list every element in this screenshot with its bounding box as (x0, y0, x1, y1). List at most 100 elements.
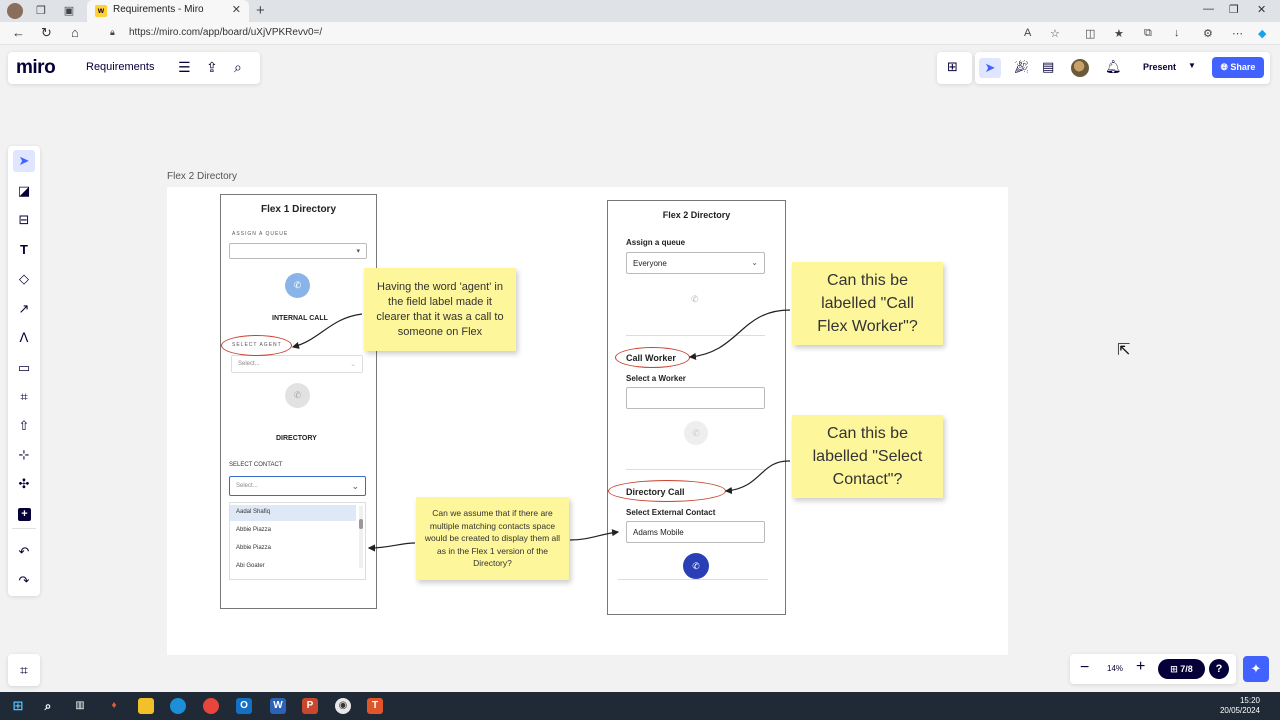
miro-logo[interactable]: miro (16, 57, 56, 79)
favorite-star-icon[interactable]: ☆ (1050, 27, 1060, 40)
main-menu-icon[interactable]: ☰ (178, 59, 191, 75)
flex1-contact-select[interactable]: Select... ⌄ (229, 476, 366, 496)
templates-tool-icon[interactable]: ⊟ (13, 209, 35, 231)
flex2-directory-mockup[interactable]: Flex 2 Directory Assign a queue Everyone… (607, 200, 786, 615)
browser-profile-icon[interactable]: ◉ (335, 698, 351, 714)
restore-icon[interactable]: ❐ (1229, 3, 1239, 16)
word-icon[interactable]: W (270, 698, 286, 714)
task-view-icon[interactable]: ▥ (72, 698, 88, 714)
home-icon[interactable]: ⌂ (71, 26, 79, 40)
frames-panel-button[interactable]: ⌗ (8, 654, 40, 686)
flex2-worker-select[interactable] (626, 387, 765, 409)
flex2-call-phone-icon[interactable]: ✆ (683, 553, 709, 579)
list-item[interactable]: Aadal Shafiq (230, 505, 356, 521)
zoom-in-icon[interactable]: + (1136, 658, 1145, 676)
powerpoint-icon[interactable]: P (302, 698, 318, 714)
close-window-icon[interactable]: ✕ (1257, 3, 1266, 16)
workspaces-icon[interactable]: ❐ (34, 4, 48, 18)
minimize-icon[interactable]: — (1203, 3, 1214, 15)
diagram-tool-icon[interactable]: ⊹ (13, 444, 35, 466)
cursor-select-icon[interactable]: ➤ (979, 58, 1001, 78)
ai-assist-icon[interactable]: ✦ (1243, 656, 1269, 682)
zoom-out-icon[interactable]: − (1080, 659, 1089, 677)
flex1-agent-select[interactable]: Select... ⌄ (231, 355, 363, 373)
file-explorer-icon[interactable] (138, 698, 154, 714)
more-menu-icon[interactable]: ⋯ (1232, 27, 1243, 40)
lock-icon[interactable]: 🔒︎ (110, 27, 115, 38)
sticky-note-agent[interactable]: Having the word 'agent' in the field lab… (364, 268, 516, 351)
board-name[interactable]: Requirements (86, 61, 154, 73)
extensions-icon[interactable]: ⚙ (1203, 27, 1213, 40)
windows-start-icon[interactable]: ⊞ (10, 698, 26, 714)
sticky-note-call-flex-worker[interactable]: Can this be labelled "Call Flex Worker"? (792, 262, 943, 345)
annotation-ellipse-directory-call[interactable] (608, 480, 726, 502)
tab-actions-icon[interactable]: ▣ (62, 4, 76, 18)
taskbar-app-icon[interactable]: ♦ (106, 698, 122, 714)
flex1-directory-mockup[interactable]: Flex 1 Directory ASSIGN A QUEUE ▾ ✆ INTE… (220, 194, 377, 609)
annotation-ellipse-select-agent[interactable] (221, 335, 292, 356)
comment-tool-icon[interactable]: ▭ (13, 357, 35, 379)
frame-tool-icon[interactable]: ⌗ (13, 386, 35, 408)
text-tool-icon[interactable]: T (13, 239, 35, 261)
user-avatar[interactable] (1071, 59, 1089, 77)
chrome-icon[interactable] (203, 698, 219, 714)
help-button[interactable]: ? (1209, 659, 1229, 679)
sticky-note-tool-icon[interactable]: ◪ (13, 180, 35, 202)
shapes-tool-icon[interactable]: ◇ (13, 268, 35, 290)
flex1-queue-select[interactable]: ▾ (229, 243, 367, 259)
more-tools-plus-icon[interactable]: + (18, 508, 31, 521)
back-icon[interactable]: ← (12, 26, 25, 40)
annotation-ellipse-call-worker[interactable] (615, 347, 690, 368)
flex2-queue-select[interactable]: Everyone ⌄ (626, 252, 765, 274)
collections-icon[interactable]: ⧉ (1144, 27, 1152, 40)
downloads-icon[interactable]: ↓ (1174, 27, 1180, 39)
new-tab-icon[interactable]: + (256, 2, 265, 19)
mindmap-tool-icon[interactable]: ✣ (13, 473, 35, 495)
dropdown-scrollbar[interactable] (359, 506, 363, 568)
export-icon[interactable]: ⇪ (206, 59, 218, 75)
clock-time: 15:20 (1239, 696, 1260, 705)
upload-tool-icon[interactable]: ⇧ (13, 415, 35, 437)
search-icon[interactable]: ⌕ (234, 59, 242, 75)
favorites-icon[interactable]: ★ (1114, 27, 1124, 40)
select-tool-icon[interactable]: ➤ (13, 150, 35, 172)
present-chevron-down-icon[interactable]: ▼ (1188, 61, 1196, 70)
flex2-phone-outline-icon: ✆ (691, 294, 699, 304)
refresh-icon[interactable]: ↻ (41, 26, 52, 40)
undo-icon[interactable]: ↶ (13, 541, 35, 563)
present-button[interactable]: Present (1143, 62, 1176, 72)
teams-icon[interactable]: T (367, 698, 383, 714)
system-clock[interactable]: 15:20 20/05/2024 (1220, 696, 1260, 716)
reactions-icon[interactable]: 🎉︎ (1013, 59, 1030, 75)
flex2-external-contact-select[interactable]: Adams Mobile (626, 521, 765, 543)
pen-tool-icon[interactable]: ᐱ (13, 327, 35, 349)
url-field[interactable]: https://miro.com/app/board/uXjVPKRevv0=/ (129, 27, 322, 38)
share-button[interactable]: 🌐︎ Share (1212, 57, 1264, 78)
edge-browser-icon[interactable] (170, 698, 186, 714)
zoom-level[interactable]: 14% (1107, 664, 1123, 673)
sticky-note-multiple-contacts[interactable]: Can we assume that if there are multiple… (416, 497, 569, 580)
profile-avatar[interactable] (7, 3, 23, 19)
tab-requirements[interactable]: w Requirements - Miro ✕ (87, 0, 249, 22)
notifications-bell-icon[interactable]: 🔔︎ (1105, 59, 1122, 75)
frame-label[interactable]: Flex 2 Directory (167, 171, 237, 182)
outlook-icon[interactable]: O (236, 698, 252, 714)
comments-icon[interactable]: ▤ (1042, 59, 1054, 75)
connection-line-tool-icon[interactable]: ↗ (13, 298, 35, 320)
list-item[interactable]: Abbie Piazza (230, 523, 356, 539)
redo-icon[interactable]: ↷ (13, 570, 35, 592)
board-pages-button[interactable]: ⊞ 7/8 (1158, 659, 1205, 679)
split-screen-icon[interactable]: ◫ (1085, 27, 1095, 40)
list-item[interactable]: Abi Goater (230, 559, 356, 575)
flex1-directory-heading: DIRECTORY (276, 435, 317, 442)
flex2-external-value: Adams Mobile (633, 528, 684, 537)
list-item[interactable]: Abbie Piazza (230, 541, 356, 557)
read-aloud-icon[interactable]: A (1024, 27, 1031, 39)
sticky-note-select-contact[interactable]: Can this be labelled "Select Contact"? (792, 415, 943, 498)
flex1-phone-icon[interactable]: ✆ (285, 273, 310, 298)
tab-close-icon[interactable]: ✕ (232, 3, 241, 16)
dropdown-scroll-thumb[interactable] (359, 519, 363, 529)
copilot-icon[interactable]: ◆ (1258, 27, 1266, 40)
taskbar-search-icon[interactable]: ⌕ (40, 698, 56, 714)
apps-icon[interactable]: ⊞ (947, 59, 958, 75)
